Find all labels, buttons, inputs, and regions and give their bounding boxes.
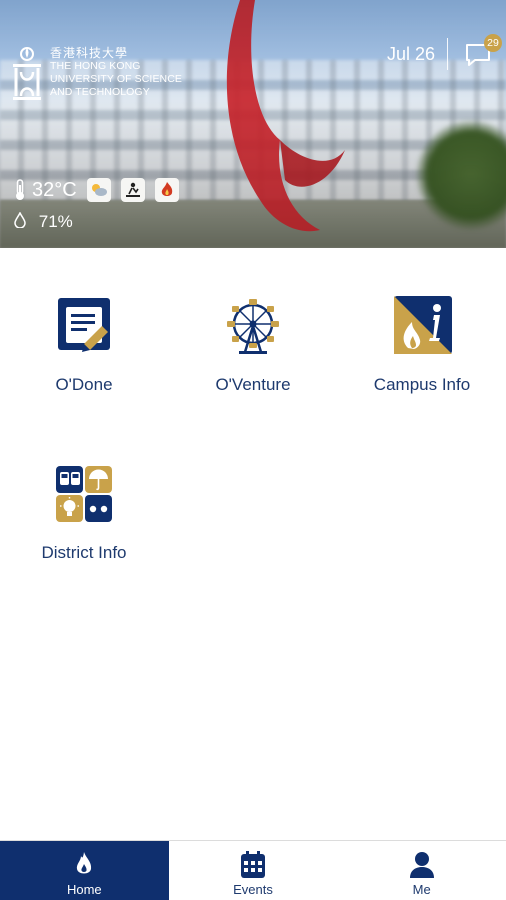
temperature: 32°C xyxy=(32,178,77,201)
home-screen: 香港科技大學 THE HONG KONG UNIVERSITY OF SCIEN… xyxy=(0,0,506,900)
app-campus-info[interactable]: Campus Info xyxy=(338,296,506,395)
app-odone[interactable]: O'Done xyxy=(0,296,168,395)
hkust-logo-mark xyxy=(13,47,41,100)
app-district-info[interactable]: District Info xyxy=(0,464,168,563)
divider xyxy=(447,38,448,70)
humidity-row: 71% xyxy=(14,211,179,232)
tab-label: Home xyxy=(66,882,102,897)
district-info-icon xyxy=(56,466,112,522)
app-label: District Info xyxy=(41,543,127,562)
uv-index-icon[interactable] xyxy=(120,178,145,202)
tab-label: Events xyxy=(233,882,273,897)
tab-home[interactable]: Home xyxy=(0,841,169,900)
partly-cloudy-icon[interactable] xyxy=(86,178,111,202)
messages-button[interactable]: 29 xyxy=(464,34,502,68)
tab-me[interactable]: Me xyxy=(337,841,506,900)
app-label: Campus Info xyxy=(373,375,471,394)
fire-danger-icon[interactable] xyxy=(154,178,179,202)
tab-label: Me xyxy=(412,882,431,897)
humidity: 71% xyxy=(38,212,73,231)
calendar-icon xyxy=(241,851,265,878)
bottom-tab-bar: Home Events Me xyxy=(0,840,506,900)
university-name-en-line: THE HONG KONG xyxy=(50,60,141,72)
app-label: O'Venture xyxy=(215,375,291,394)
app-oventure[interactable]: O'Venture xyxy=(169,296,337,395)
flame-icon xyxy=(77,852,92,874)
header-hero: 香港科技大學 THE HONG KONG UNIVERSITY OF SCIEN… xyxy=(0,0,506,248)
messages-badge: 29 xyxy=(484,34,502,52)
university-name-en-line: AND TECHNOLOGY xyxy=(50,86,150,98)
university-name-zh: 香港科技大學 xyxy=(50,46,129,60)
weather-panel: 32°C 71% xyxy=(14,178,179,232)
hkust-logo: 香港科技大學 THE HONG KONG UNIVERSITY OF SCIEN… xyxy=(10,46,182,104)
person-icon xyxy=(409,852,434,878)
tab-events[interactable]: Events xyxy=(169,841,338,900)
header-right: Jul 26 29 xyxy=(386,34,502,70)
university-name-en-line: UNIVERSITY OF SCIENCE xyxy=(50,73,183,85)
water-drop-icon xyxy=(14,211,26,229)
app-label: O'Done xyxy=(55,375,113,394)
thermometer-icon xyxy=(16,179,24,200)
note-edit-icon xyxy=(58,298,110,352)
current-date: Jul 26 xyxy=(386,43,435,64)
ferris-wheel-icon xyxy=(227,299,279,354)
campus-info-icon xyxy=(394,296,452,354)
